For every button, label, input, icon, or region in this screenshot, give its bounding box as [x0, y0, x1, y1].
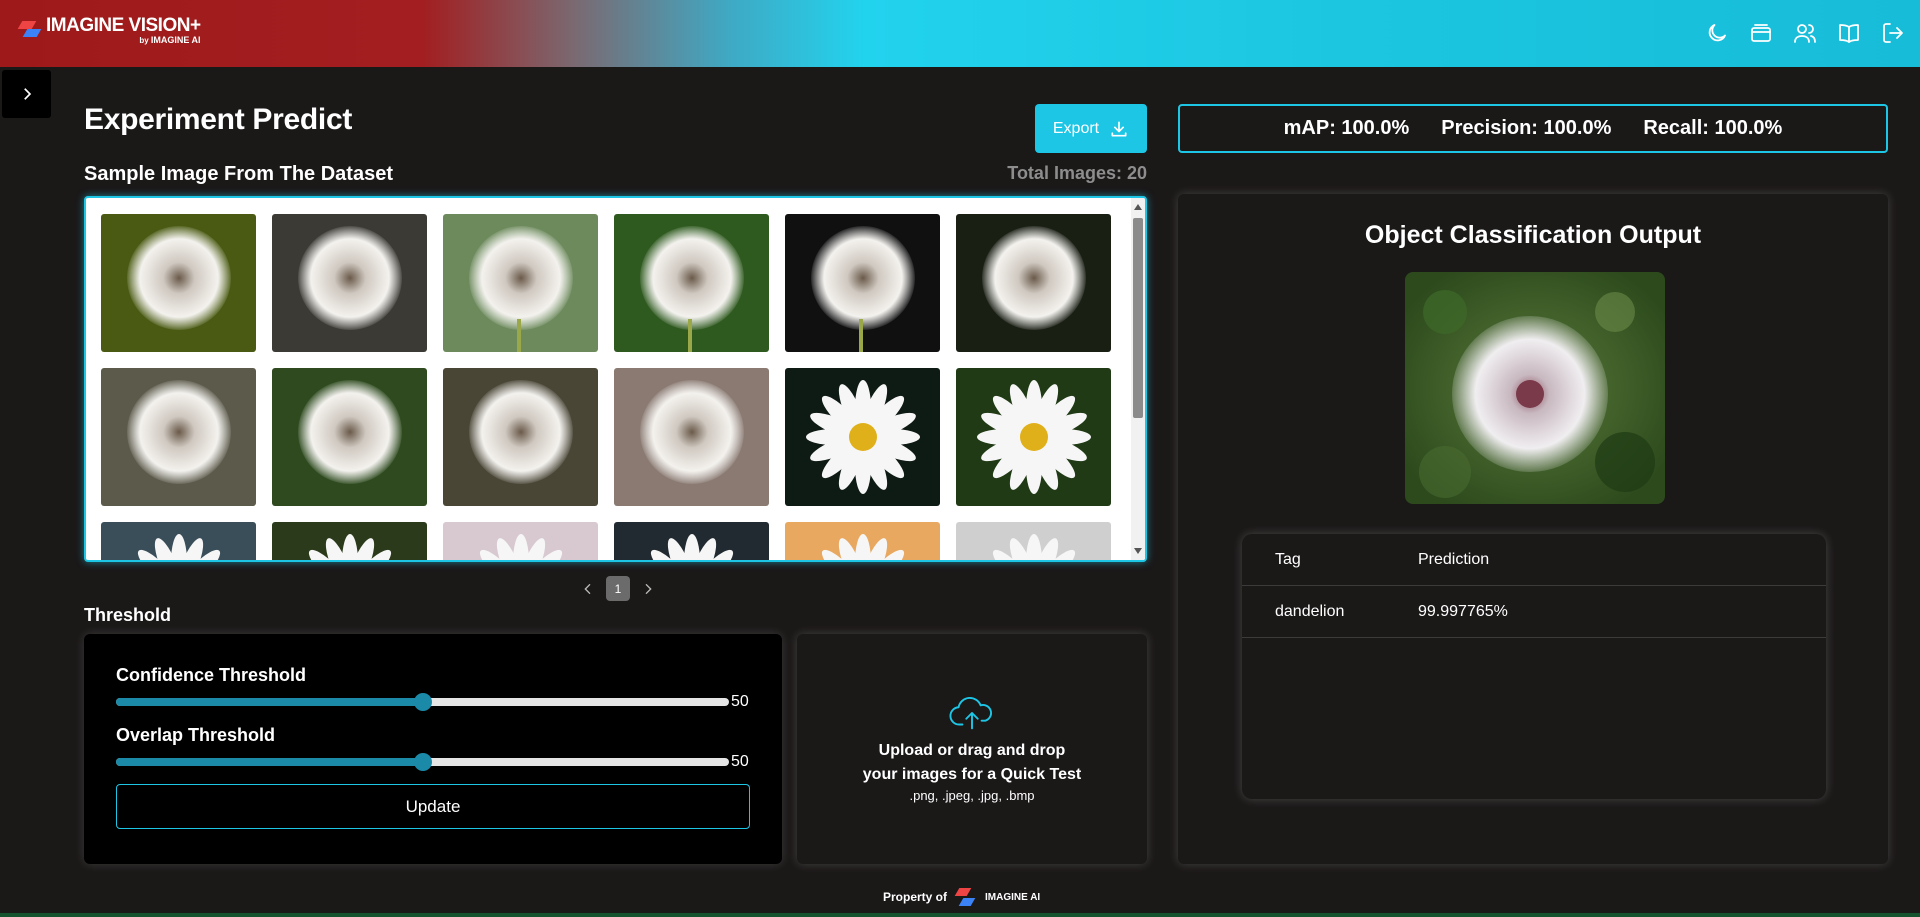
- precision-metric: Precision: 100.0%: [1441, 117, 1612, 139]
- gallery-thumbnail[interactable]: [614, 368, 769, 506]
- recall-metric: Recall: 100.0%: [1643, 117, 1783, 139]
- moon-icon[interactable]: [1704, 20, 1730, 46]
- footer-brand: IMAGINE AI: [985, 891, 1041, 903]
- logo-mark-icon: [17, 19, 42, 39]
- map-metric: mAP: 100.0%: [1283, 117, 1410, 139]
- gallery-thumbnail[interactable]: [956, 522, 1111, 560]
- gallery-thumbnail[interactable]: [956, 214, 1111, 352]
- footer-property-label: Property of: [883, 890, 948, 904]
- scrollbar-thumb[interactable]: [1133, 218, 1143, 418]
- overlap-threshold-slider[interactable]: [116, 753, 729, 771]
- book-icon[interactable]: [1836, 20, 1862, 46]
- header-actions: [1704, 20, 1906, 46]
- metrics-bar: mAP: 100.0% Precision: 100.0% Recall: 10…: [1178, 104, 1888, 153]
- page-title: Experiment Predict: [84, 103, 353, 136]
- page-number[interactable]: 1: [606, 576, 630, 601]
- overlap-slider-handle[interactable]: [413, 753, 432, 771]
- classification-output-card: Object Classification Output Tag Predict…: [1178, 194, 1888, 864]
- overlap-threshold-label: Overlap Threshold: [116, 725, 276, 745]
- overlap-threshold-value: 50: [731, 753, 749, 770]
- gallery-thumbnail[interactable]: [785, 522, 940, 560]
- threshold-card: Confidence Threshold 50 Overlap Threshol…: [84, 634, 782, 864]
- confidence-threshold-label: Confidence Threshold: [116, 665, 307, 685]
- top-bar: IMAGINE VISION+ by IMAGINE AI: [0, 0, 1920, 67]
- gallery-thumbnail[interactable]: [272, 522, 427, 560]
- gallery-grid: [101, 214, 1111, 560]
- sidebar-toggle-button[interactable]: [2, 70, 51, 118]
- update-button[interactable]: Update: [116, 784, 750, 829]
- chevron-right-icon[interactable]: [640, 581, 656, 597]
- scroll-down-icon[interactable]: [1134, 548, 1142, 554]
- app-logo[interactable]: IMAGINE VISION+ by IMAGINE AI: [17, 15, 201, 46]
- scroll-up-icon[interactable]: [1134, 204, 1142, 210]
- gallery-thumbnail[interactable]: [101, 522, 256, 560]
- chevron-right-icon: [23, 88, 31, 100]
- users-icon[interactable]: [1792, 20, 1818, 46]
- column-header-tag: Tag: [1275, 551, 1301, 568]
- gallery-thumbnail[interactable]: [272, 368, 427, 506]
- column-header-prediction: Prediction: [1418, 551, 1490, 568]
- gallery-thumbnail[interactable]: [443, 214, 598, 352]
- prediction-table: Tag Prediction dandelion 99.997765%: [1242, 534, 1826, 799]
- table-row: dandelion 99.997765%: [1242, 586, 1826, 638]
- confidence-threshold-value: 50: [731, 693, 749, 710]
- confidence-threshold-slider[interactable]: [116, 693, 729, 711]
- upload-formats: .png, .jpeg, .jpg, .bmp: [909, 788, 1035, 803]
- gallery-thumbnail[interactable]: [785, 214, 940, 352]
- chevron-left-icon[interactable]: [580, 581, 596, 597]
- output-title: Object Classification Output: [1364, 221, 1702, 249]
- logout-icon[interactable]: [1880, 20, 1906, 46]
- footer-logo-icon: [954, 886, 977, 908]
- gallery-thumbnail[interactable]: [443, 522, 598, 560]
- threshold-section-label: Threshold: [84, 605, 172, 625]
- row-tag: dandelion: [1275, 603, 1345, 620]
- gallery-scrollbar[interactable]: [1131, 198, 1145, 560]
- export-button[interactable]: Export: [1035, 104, 1147, 153]
- gallery-thumbnail[interactable]: [101, 368, 256, 506]
- download-icon: [1111, 121, 1127, 136]
- confidence-slider-handle[interactable]: [413, 693, 432, 711]
- upload-text-line1: Upload or drag and drop: [878, 742, 1066, 759]
- export-label: Export: [1052, 119, 1100, 137]
- row-prediction: 99.997765%: [1418, 603, 1508, 620]
- image-gallery[interactable]: [84, 196, 1147, 562]
- cloud-upload-icon: [949, 696, 992, 730]
- gallery-thumbnail[interactable]: [272, 214, 427, 352]
- gallery-thumbnail[interactable]: [614, 214, 769, 352]
- output-image: [1405, 272, 1665, 504]
- confidence-slider-fill: [116, 698, 423, 706]
- layers-icon[interactable]: [1748, 20, 1774, 46]
- gallery-thumbnail[interactable]: [956, 368, 1111, 506]
- total-images-count: Total Images: 20: [1007, 163, 1147, 183]
- overlap-slider-fill: [116, 758, 423, 766]
- gallery-thumbnail[interactable]: [101, 214, 256, 352]
- upload-dropzone[interactable]: Upload or drag and drop your images for …: [797, 634, 1147, 864]
- upload-text-line2: your images for a Quick Test: [862, 766, 1082, 783]
- gallery-thumbnail[interactable]: [614, 522, 769, 560]
- logo-subtitle: by IMAGINE AI: [139, 35, 201, 46]
- footer: Property of IMAGINE AI: [883, 886, 1040, 908]
- logo-title: IMAGINE VISION+: [46, 15, 201, 36]
- sample-section-label: Sample Image From The Dataset: [84, 163, 393, 185]
- pagination: 1: [580, 576, 656, 601]
- gallery-thumbnail[interactable]: [443, 368, 598, 506]
- bottom-accent-line: [0, 913, 1920, 917]
- table-header: Tag Prediction: [1242, 534, 1826, 586]
- gallery-thumbnail[interactable]: [785, 368, 940, 506]
